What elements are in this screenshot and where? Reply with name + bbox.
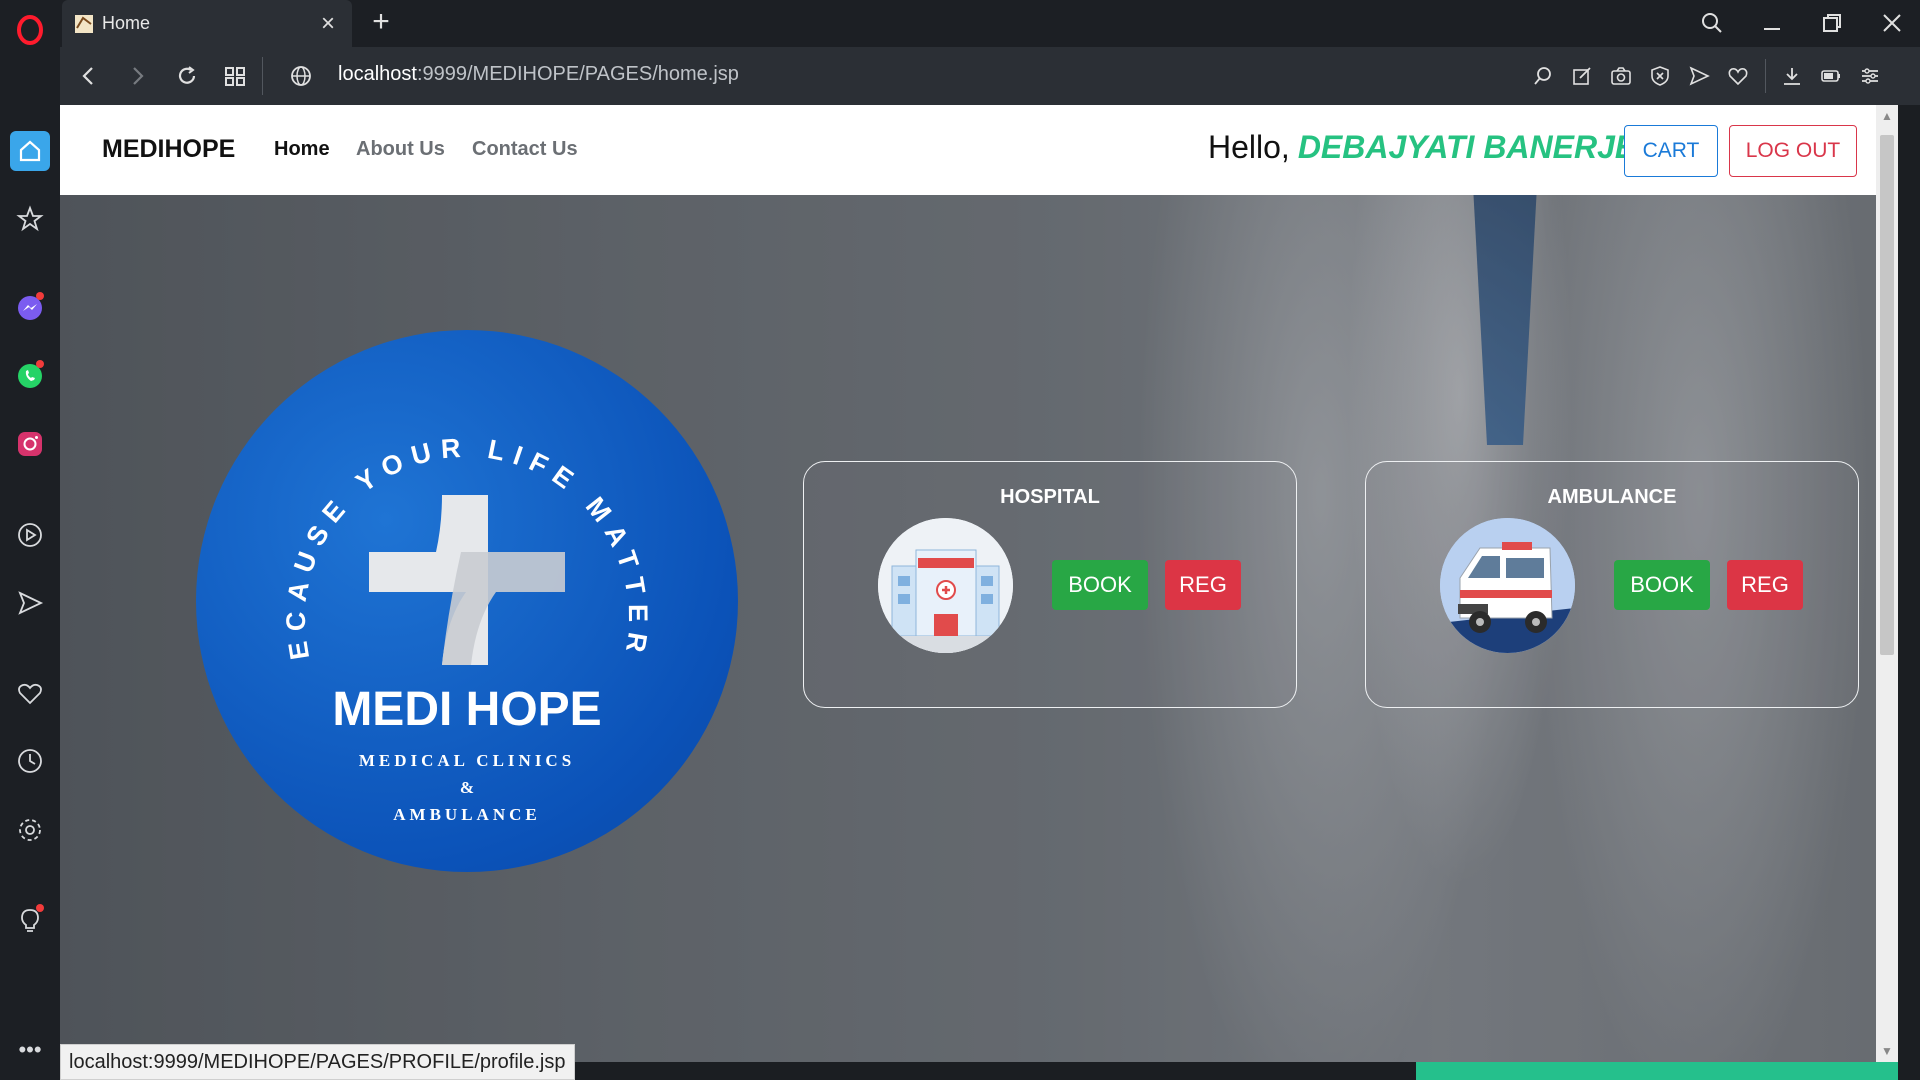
heart-icon[interactable] bbox=[10, 673, 50, 713]
nav-link-contact[interactable]: Contact Us bbox=[472, 138, 578, 161]
camera-icon[interactable] bbox=[1608, 63, 1634, 89]
site-navbar: MEDIHOPE Home About Us Contact Us Hello,… bbox=[60, 105, 1898, 195]
logo-arc-text: BECAUSE YOUR LIFE MATTERS bbox=[196, 330, 644, 663]
star-icon[interactable] bbox=[10, 199, 50, 239]
tabs-grid-icon[interactable] bbox=[220, 61, 250, 91]
scroll-down-icon[interactable]: ▼ bbox=[1876, 1044, 1898, 1058]
logout-button[interactable]: LOG OUT bbox=[1729, 125, 1857, 177]
scrollbar-thumb[interactable] bbox=[1880, 135, 1894, 655]
medihope-logo: BECAUSE YOUR LIFE MATTERS MEDI HOPE MEDI… bbox=[196, 330, 738, 872]
whatsapp-icon[interactable] bbox=[10, 356, 50, 396]
nav-link-about[interactable]: About Us bbox=[356, 138, 445, 161]
download-icon[interactable] bbox=[1779, 63, 1805, 89]
logo-line2: & bbox=[460, 778, 474, 797]
toolbar-separator bbox=[1765, 59, 1766, 93]
close-tab-icon[interactable]: × bbox=[316, 11, 340, 36]
hospital-reg-button[interactable]: REG bbox=[1165, 560, 1241, 610]
close-window-icon[interactable] bbox=[1875, 8, 1909, 38]
easy-setup-icon[interactable] bbox=[1857, 63, 1883, 89]
heart-icon[interactable] bbox=[1725, 63, 1751, 89]
tab-favicon-icon bbox=[74, 14, 94, 34]
address-separator bbox=[262, 57, 263, 95]
opera-logo-icon[interactable] bbox=[10, 10, 50, 50]
logo-graphic: BECAUSE YOUR LIFE MATTERS MEDI HOPE MEDI… bbox=[196, 330, 653, 824]
adblock-icon[interactable] bbox=[1647, 63, 1673, 89]
restore-icon[interactable] bbox=[1815, 8, 1849, 38]
settings-icon[interactable] bbox=[10, 810, 50, 850]
hospital-book-button[interactable]: BOOK bbox=[1052, 560, 1148, 610]
back-icon[interactable] bbox=[74, 61, 104, 91]
card-title: AMBULANCE bbox=[1547, 486, 1677, 508]
ambulance-card: AMBULANCE BOOK REG bbox=[1365, 461, 1859, 708]
url-path: :9999/MEDIHOPE/PAGES/home.jsp bbox=[416, 63, 739, 85]
tab-title: Home bbox=[102, 13, 151, 33]
forward-icon[interactable] bbox=[122, 61, 152, 91]
vertical-scrollbar[interactable]: ▲ ▼ bbox=[1876, 105, 1898, 1062]
user-greeting: Hello, DEBAJYATI BANERJEE bbox=[1208, 129, 1658, 166]
notification-dot bbox=[36, 360, 44, 368]
notification-dot bbox=[36, 292, 44, 300]
logo-line1: MEDICAL CLINICS bbox=[359, 751, 575, 770]
send-icon[interactable] bbox=[1686, 63, 1712, 89]
ambulance-illustration bbox=[1440, 518, 1575, 653]
history-icon[interactable] bbox=[10, 741, 50, 781]
ambulance-reg-button[interactable]: REG bbox=[1727, 560, 1803, 610]
tab-home[interactable]: Home × bbox=[62, 0, 352, 47]
more-icon[interactable]: ••• bbox=[10, 1030, 50, 1070]
lightbulb-icon[interactable] bbox=[10, 900, 50, 940]
send-icon[interactable] bbox=[10, 583, 50, 623]
web-page: MEDIHOPE Home About Us Contact Us Hello,… bbox=[60, 105, 1898, 1062]
svg-text:BECAUSE YOUR LIFE MATTERS: BECAUSE YOUR LIFE MATTERS bbox=[196, 330, 653, 663]
card-title: HOSPITAL bbox=[1000, 486, 1100, 508]
greeting-text: Hello, bbox=[1208, 129, 1290, 165]
reload-icon[interactable] bbox=[172, 61, 202, 91]
ambulance-book-button[interactable]: BOOK bbox=[1614, 560, 1710, 610]
hospital-illustration bbox=[878, 518, 1013, 653]
hospital-card: HOSPITAL BOOK REG bbox=[803, 461, 1297, 708]
globe-icon[interactable] bbox=[286, 61, 316, 91]
instagram-icon[interactable] bbox=[10, 424, 50, 464]
user-name[interactable]: DEBAJYATI BANERJEE bbox=[1298, 129, 1658, 165]
site-brand[interactable]: MEDIHOPE bbox=[102, 135, 235, 164]
status-bar-url: localhost:9999/MEDIHOPE/PAGES/PROFILE/pr… bbox=[60, 1044, 575, 1080]
messenger-icon[interactable] bbox=[10, 288, 50, 328]
search-tabs-icon[interactable] bbox=[1695, 8, 1729, 38]
minimize-icon[interactable] bbox=[1755, 8, 1789, 38]
search-page-icon[interactable] bbox=[1530, 63, 1556, 89]
edit-icon[interactable] bbox=[1569, 63, 1595, 89]
notification-dot bbox=[36, 904, 44, 912]
new-tab-icon[interactable]: + bbox=[365, 7, 397, 39]
url-field[interactable]: localhost:9999/MEDIHOPE/PAGES/home.jsp bbox=[338, 63, 739, 86]
nav-link-home[interactable]: Home bbox=[274, 138, 330, 161]
address-bar: localhost:9999/MEDIHOPE/PAGES/home.jsp bbox=[60, 47, 1920, 105]
browser-sidebar: ••• bbox=[0, 0, 60, 1080]
tab-bar: Home × + bbox=[60, 0, 1920, 47]
cart-button[interactable]: CART bbox=[1624, 125, 1718, 177]
url-host: localhost bbox=[338, 63, 417, 85]
player-icon[interactable] bbox=[10, 515, 50, 555]
scroll-up-icon[interactable]: ▲ bbox=[1876, 109, 1898, 123]
battery-icon[interactable] bbox=[1818, 63, 1844, 89]
logo-name: MEDI HOPE bbox=[332, 683, 601, 736]
logo-line3: AMBULANCE bbox=[393, 805, 540, 824]
page-load-progress bbox=[1416, 1062, 1898, 1080]
home-icon[interactable] bbox=[10, 131, 50, 171]
